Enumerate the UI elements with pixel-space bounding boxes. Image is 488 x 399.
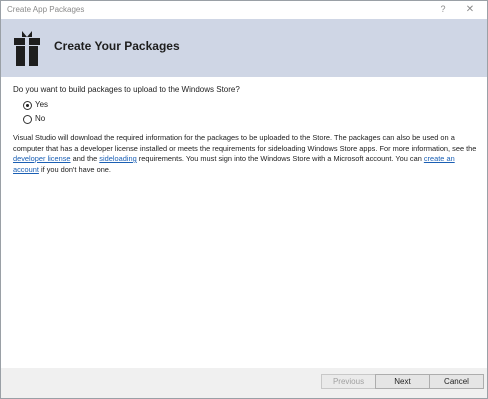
previous-button[interactable]: Previous [321, 374, 376, 389]
radio-button-selected[interactable] [23, 101, 32, 110]
radio-button-unselected[interactable] [23, 115, 32, 124]
sideloading-link[interactable]: sideloading [99, 154, 136, 163]
window-title: Create App Packages [7, 5, 85, 14]
radio-yes[interactable]: Yes [23, 100, 83, 112]
cancel-button[interactable]: Cancel [429, 374, 484, 389]
help-button[interactable]: ? [437, 4, 449, 16]
page-title: Create Your Packages [54, 39, 180, 53]
dialog-header: Create Your Packages [1, 19, 487, 77]
radio-no[interactable]: No [23, 114, 83, 126]
next-button[interactable]: Next [375, 374, 430, 389]
info-text-2: and the [70, 154, 100, 163]
info-text-4: if you don't have one. [38, 164, 111, 174]
info-paragraph: Visual Studio will download the required… [13, 133, 477, 175]
button-bar: Previous Next Cancel [1, 368, 487, 398]
info-text-3: requirements. You must sign into the Win… [136, 154, 424, 163]
gift-package-icon [14, 31, 40, 66]
radio-yes-label: Yes [35, 100, 49, 109]
info-text-1: Visual Studio will download the required… [13, 133, 477, 153]
close-button[interactable]: ✕ [464, 4, 476, 16]
developer-license-link[interactable]: developer license [13, 154, 71, 163]
title-bar: Create App Packages ? ✕ [1, 1, 487, 19]
dialog-window: Create App Packages ? ✕ Create Your Pack… [0, 0, 488, 399]
radio-no-label: No [35, 114, 46, 123]
question-text: Do you want to build packages to upload … [13, 85, 240, 94]
